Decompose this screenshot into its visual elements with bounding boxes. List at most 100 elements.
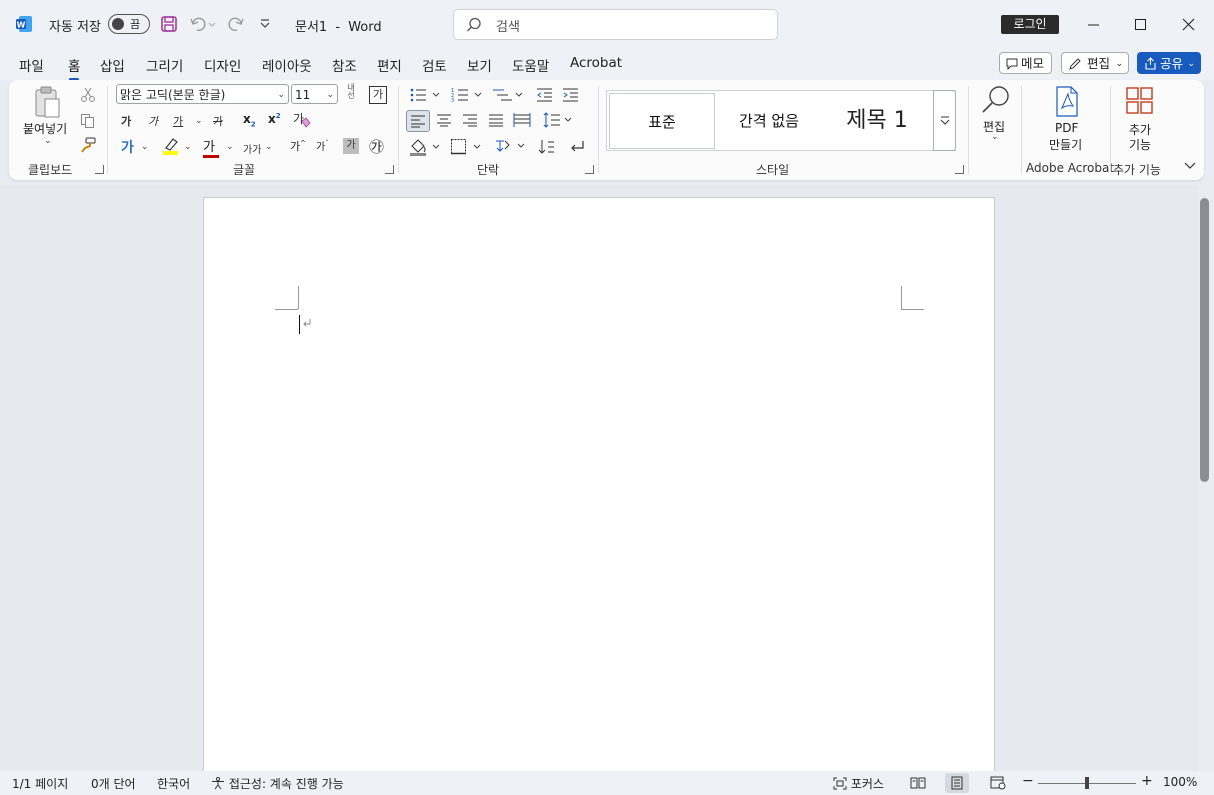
shading-icon[interactable] <box>409 138 441 156</box>
vertical-scrollbar[interactable] <box>1200 198 1209 482</box>
login-button[interactable]: 로그인 <box>1001 15 1059 34</box>
style-heading-1[interactable]: 제목 1 <box>822 92 932 150</box>
print-layout-icon <box>951 776 963 790</box>
copy-icon[interactable] <box>80 113 96 129</box>
styles-dialog-launcher[interactable] <box>955 165 964 174</box>
superscript-x: x <box>268 112 276 126</box>
save-icon[interactable] <box>160 15 178 33</box>
tab-mailings[interactable]: 편지 <box>377 55 402 75</box>
tab-file[interactable]: 파일 <box>19 55 44 75</box>
clear-formatting-icon[interactable]: 가 <box>292 111 312 129</box>
format-painter-icon[interactable] <box>80 137 96 153</box>
character-border-button[interactable]: 가 <box>369 86 387 104</box>
tab-view[interactable]: 보기 <box>467 55 492 75</box>
tab-review[interactable]: 검토 <box>422 55 447 75</box>
tab-layout[interactable]: 레이아웃 <box>262 55 312 75</box>
zoom-in-button[interactable]: + <box>1141 773 1153 789</box>
autosave-toggle[interactable]: 끔 <box>108 14 150 34</box>
align-center-icon[interactable] <box>436 113 452 127</box>
close-icon[interactable] <box>1182 18 1196 32</box>
paragraph-dialog-launcher[interactable] <box>585 165 594 174</box>
style-normal[interactable]: 표준 <box>609 93 715 149</box>
zoom-level[interactable]: 100% <box>1163 775 1197 789</box>
autosave-state: 끔 <box>130 18 141 31</box>
share-button[interactable]: 공유 ⌄ <box>1137 52 1201 74</box>
distributed-icon[interactable] <box>513 112 531 128</box>
line-spacing-icon[interactable] <box>542 112 574 128</box>
focus-mode-button[interactable]: 포커스 <box>833 775 884 792</box>
accessibility-status[interactable]: 접근성: 계속 진행 가능 <box>211 775 344 792</box>
zoom-out-button[interactable]: − <box>1022 773 1034 789</box>
align-left-button[interactable] <box>406 110 430 132</box>
grow-font-button[interactable]: 가^ <box>290 138 306 154</box>
create-pdf-line2: 만들기 <box>1049 138 1083 152</box>
read-mode-icon[interactable] <box>910 776 926 790</box>
italic-button[interactable]: 가 <box>148 113 158 129</box>
tab-acrobat[interactable]: Acrobat <box>570 55 622 71</box>
paste-button[interactable]: 붙여넣기 ⌄ <box>22 86 74 146</box>
increase-indent-icon[interactable] <box>562 87 580 103</box>
zoom-slider-thumb[interactable] <box>1085 777 1089 789</box>
bold-button[interactable]: 가 <box>121 113 131 129</box>
show-paragraph-marks-icon[interactable] <box>567 138 587 156</box>
sort-icon[interactable] <box>538 138 556 156</box>
redo-icon[interactable] <box>226 15 246 33</box>
superscript-button[interactable]: x2 <box>268 112 281 126</box>
word-count[interactable]: 0개 단어 <box>91 775 136 792</box>
tab-home[interactable]: 홈 <box>68 55 80 81</box>
change-case-button[interactable]: 가가 <box>243 141 261 156</box>
text-effects-button[interactable]: 가 <box>121 137 134 157</box>
tab-draw[interactable]: 그리기 <box>146 55 183 75</box>
multilevel-list-icon[interactable] <box>492 87 524 103</box>
style-no-spacing[interactable]: 간격 없음 <box>716 92 822 150</box>
print-layout-button[interactable] <box>945 773 969 793</box>
enclose-characters-button[interactable]: ㉮ <box>369 136 384 157</box>
style-gallery-more-button[interactable] <box>933 90 956 151</box>
bullets-icon[interactable] <box>409 87 441 103</box>
align-right-icon[interactable] <box>462 113 478 127</box>
search-placeholder: 검색 <box>496 20 520 35</box>
highlighter-icon[interactable] <box>161 137 181 157</box>
language-indicator[interactable]: 한국어 <box>157 775 190 792</box>
group-separator <box>398 86 399 174</box>
add-ins-button[interactable]: 추가 기능 <box>1120 86 1160 154</box>
justify-icon[interactable] <box>488 113 504 127</box>
collapse-ribbon-icon[interactable] <box>1184 161 1196 171</box>
subscript-button[interactable]: x2 <box>243 112 256 128</box>
search-box[interactable]: 검색 <box>453 9 778 40</box>
minimize-icon[interactable] <box>1087 18 1101 32</box>
tab-references[interactable]: 참조 <box>332 55 357 75</box>
editing-button[interactable]: 편집 ⌄ <box>975 84 1015 154</box>
clipboard-dialog-launcher[interactable] <box>95 165 104 174</box>
undo-icon[interactable] <box>189 15 215 33</box>
numbering-icon[interactable]: 123 <box>451 87 483 103</box>
chevron-down-icon: ⌄ <box>44 136 52 146</box>
font-dialog-launcher[interactable] <box>385 165 394 174</box>
create-pdf-button[interactable]: PDF 만들기 <box>1040 86 1092 154</box>
editing-mode-button[interactable]: 편집 ⌄ <box>1061 52 1129 74</box>
group-separator <box>1110 86 1111 174</box>
strikethrough-button[interactable]: 가 <box>213 113 223 129</box>
web-layout-icon[interactable] <box>990 776 1006 790</box>
shrink-font-button[interactable]: 가ˇ <box>316 138 329 153</box>
decrease-indent-icon[interactable] <box>536 87 554 103</box>
sort-asian-layout-icon[interactable] <box>494 137 526 155</box>
customize-quick-access-icon[interactable] <box>260 19 270 29</box>
borders-icon[interactable] <box>450 138 482 156</box>
document-page[interactable] <box>203 197 995 779</box>
cut-icon[interactable] <box>80 87 96 103</box>
maximize-icon[interactable] <box>1134 18 1148 32</box>
group-separator <box>598 86 599 174</box>
font-name-combo[interactable]: 맑은 고딕(본문 한글) ⌄ <box>116 84 289 104</box>
font-color-button[interactable]: 가 <box>203 136 219 158</box>
tab-help[interactable]: 도움말 <box>512 55 549 75</box>
tab-design[interactable]: 디자인 <box>204 55 241 75</box>
underline-button[interactable]: 가 <box>173 113 183 129</box>
clipboard-icon <box>35 86 60 118</box>
phonetic-guide-button[interactable]: 내선 <box>344 84 358 100</box>
character-shading-button[interactable]: 가 <box>343 138 359 154</box>
comments-button[interactable]: 메모 <box>999 52 1052 74</box>
font-size-combo[interactable]: 11 ⌄ <box>291 84 338 104</box>
page-count[interactable]: 1/1 페이지 <box>12 775 68 792</box>
tab-insert[interactable]: 삽입 <box>100 55 125 75</box>
